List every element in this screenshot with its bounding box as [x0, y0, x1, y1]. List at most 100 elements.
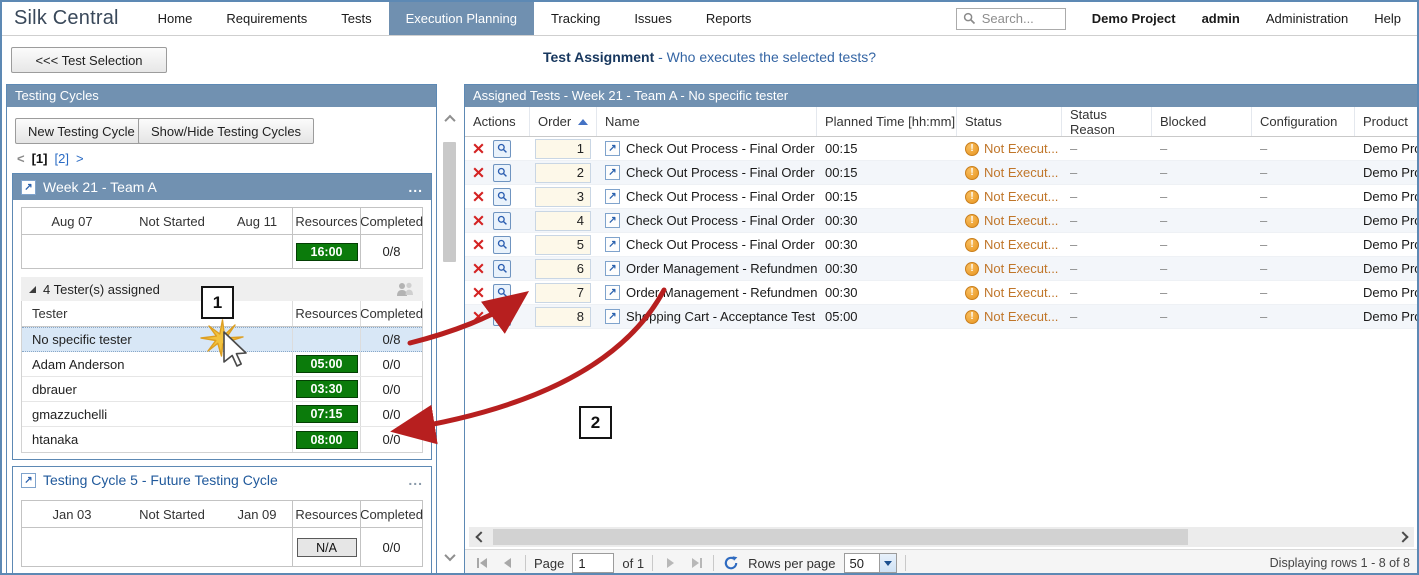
top-navigation: Silk Central Home Requirements Tests Exe… [2, 2, 1417, 36]
cycle-menu-button[interactable]: ... [408, 472, 423, 488]
scroll-up-button[interactable] [441, 110, 458, 128]
new-testing-cycle-button[interactable]: New Testing Cycle [15, 118, 148, 144]
order-input[interactable] [535, 259, 591, 279]
open-test-icon[interactable]: ↗ [605, 237, 620, 252]
nav-execution-planning[interactable]: Execution Planning [389, 2, 534, 35]
nav-requirements[interactable]: Requirements [209, 2, 324, 35]
column-configuration[interactable]: Configuration [1252, 107, 1355, 136]
nav-tracking[interactable]: Tracking [534, 2, 617, 35]
tester-row[interactable]: dbrauer 03:30 0/0 [22, 377, 422, 402]
cycle-status: Not Started [122, 507, 222, 522]
column-planned-time[interactable]: Planned Time [hh:mm] [817, 107, 957, 136]
remove-test-icon[interactable] [473, 191, 489, 202]
tester-row-no-specific[interactable]: No specific tester 0/8 [22, 327, 422, 352]
remove-test-icon[interactable] [473, 239, 489, 250]
nav-home[interactable]: Home [141, 2, 210, 35]
table-row[interactable]: ↗Check Out Process - Final Order S... 00… [465, 233, 1418, 257]
open-test-icon[interactable]: ↗ [605, 261, 620, 276]
page-subtitle: - Who executes the selected tests? [654, 49, 876, 65]
dropdown-button[interactable] [879, 554, 896, 572]
cycles-prev-link[interactable]: < [17, 151, 25, 166]
table-row[interactable]: ↗Check Out Process - Final Order S... 00… [465, 209, 1418, 233]
horizontal-scrollbar[interactable] [469, 527, 1414, 547]
scroll-left-button[interactable] [469, 527, 489, 547]
tester-row[interactable]: gmazzuchelli 07:15 0/0 [22, 402, 422, 427]
user-menu[interactable]: admin [1202, 11, 1240, 26]
first-page-button[interactable] [473, 554, 491, 572]
rows-per-page-select[interactable]: 50 [844, 553, 897, 573]
open-test-icon[interactable]: ↗ [605, 309, 620, 324]
order-input[interactable] [535, 139, 591, 159]
tester-row[interactable]: Adam Anderson 05:00 0/0 [22, 352, 422, 377]
view-details-magnifier-icon[interactable] [493, 188, 511, 206]
open-test-icon[interactable]: ↗ [605, 141, 620, 156]
table-row[interactable]: ↗Check Out Process - Final Order S... 00… [465, 137, 1418, 161]
nav-tests[interactable]: Tests [324, 2, 388, 35]
column-status[interactable]: Status [957, 107, 1062, 136]
scroll-right-button[interactable] [1394, 527, 1414, 547]
order-input[interactable] [535, 211, 591, 231]
order-input[interactable] [535, 235, 591, 255]
search-input[interactable]: Search... [956, 8, 1066, 30]
cycle-card-cycle5-header[interactable]: ↗ Testing Cycle 5 - Future Testing Cycle… [13, 467, 431, 493]
show-hide-cycles-button[interactable]: Show/Hide Testing Cycles [138, 118, 314, 144]
tester-row[interactable]: htanaka 08:00 0/0 [22, 427, 422, 452]
view-details-magnifier-icon[interactable] [493, 308, 511, 326]
scroll-down-button[interactable] [441, 548, 458, 566]
view-details-magnifier-icon[interactable] [493, 260, 511, 278]
table-row[interactable]: ↗Shopping Cart - Acceptance Test 05:00 !… [465, 305, 1418, 329]
next-page-button[interactable] [661, 554, 679, 572]
table-row[interactable]: ↗Check Out Process - Final Order S... 00… [465, 161, 1418, 185]
column-blocked[interactable]: Blocked [1152, 107, 1252, 136]
nav-issues[interactable]: Issues [617, 2, 689, 35]
column-order[interactable]: Order [530, 107, 597, 136]
last-page-button[interactable] [687, 554, 705, 572]
view-details-magnifier-icon[interactable] [493, 236, 511, 254]
cycles-page-1[interactable]: [1] [32, 151, 48, 166]
chevron-left-icon [475, 531, 486, 542]
open-test-icon[interactable]: ↗ [605, 189, 620, 204]
open-test-icon[interactable]: ↗ [605, 285, 620, 300]
cycles-pagination: < [1] [2] > [17, 151, 84, 166]
open-cycle-icon[interactable]: ↗ [21, 473, 36, 488]
refresh-icon[interactable] [722, 554, 740, 572]
table-row[interactable]: ↗Check Out Process - Final Order S... 00… [465, 185, 1418, 209]
collapse-triangle-icon[interactable] [29, 286, 36, 293]
column-name[interactable]: Name [597, 107, 817, 136]
table-row[interactable]: ↗Order Management - Refundmen... 00:30 !… [465, 281, 1418, 305]
order-input[interactable] [535, 307, 591, 327]
table-row[interactable]: ↗Order Management - Refundmen... 00:30 !… [465, 257, 1418, 281]
remove-test-icon[interactable] [473, 143, 489, 154]
nav-reports[interactable]: Reports [689, 2, 769, 35]
nav-administration[interactable]: Administration [1266, 11, 1348, 26]
view-details-magnifier-icon[interactable] [493, 164, 511, 182]
column-actions[interactable]: Actions [465, 107, 530, 136]
open-test-icon[interactable]: ↗ [605, 165, 620, 180]
column-status-reason[interactable]: Status Reason [1062, 107, 1152, 136]
remove-test-icon[interactable] [473, 263, 489, 274]
open-test-icon[interactable]: ↗ [605, 213, 620, 228]
remove-test-icon[interactable] [473, 167, 489, 178]
nav-help[interactable]: Help [1374, 11, 1401, 26]
page-number-input[interactable] [572, 553, 614, 573]
remove-test-icon[interactable] [473, 287, 489, 298]
cycles-next-link[interactable]: > [76, 151, 84, 166]
project-selector[interactable]: Demo Project [1092, 11, 1176, 26]
cycle-card-week21-header[interactable]: ↗ Week 21 - Team A ... [13, 174, 431, 200]
view-details-magnifier-icon[interactable] [493, 212, 511, 230]
scrollbar-thumb[interactable] [493, 529, 1188, 545]
remove-test-icon[interactable] [473, 311, 489, 322]
order-input[interactable] [535, 163, 591, 183]
cycle-menu-button[interactable]: ... [408, 179, 423, 195]
cycles-page-2[interactable]: [2] [54, 151, 68, 166]
open-cycle-icon[interactable]: ↗ [21, 180, 36, 195]
order-input[interactable] [535, 187, 591, 207]
previous-page-button[interactable] [499, 554, 517, 572]
view-details-magnifier-icon[interactable] [493, 140, 511, 158]
remove-test-icon[interactable] [473, 215, 489, 226]
scrollbar-thumb[interactable] [443, 142, 456, 262]
order-input[interactable] [535, 283, 591, 303]
column-product[interactable]: Product [1355, 107, 1418, 136]
view-details-magnifier-icon[interactable] [493, 284, 511, 302]
left-vertical-scrollbar[interactable] [441, 110, 458, 566]
